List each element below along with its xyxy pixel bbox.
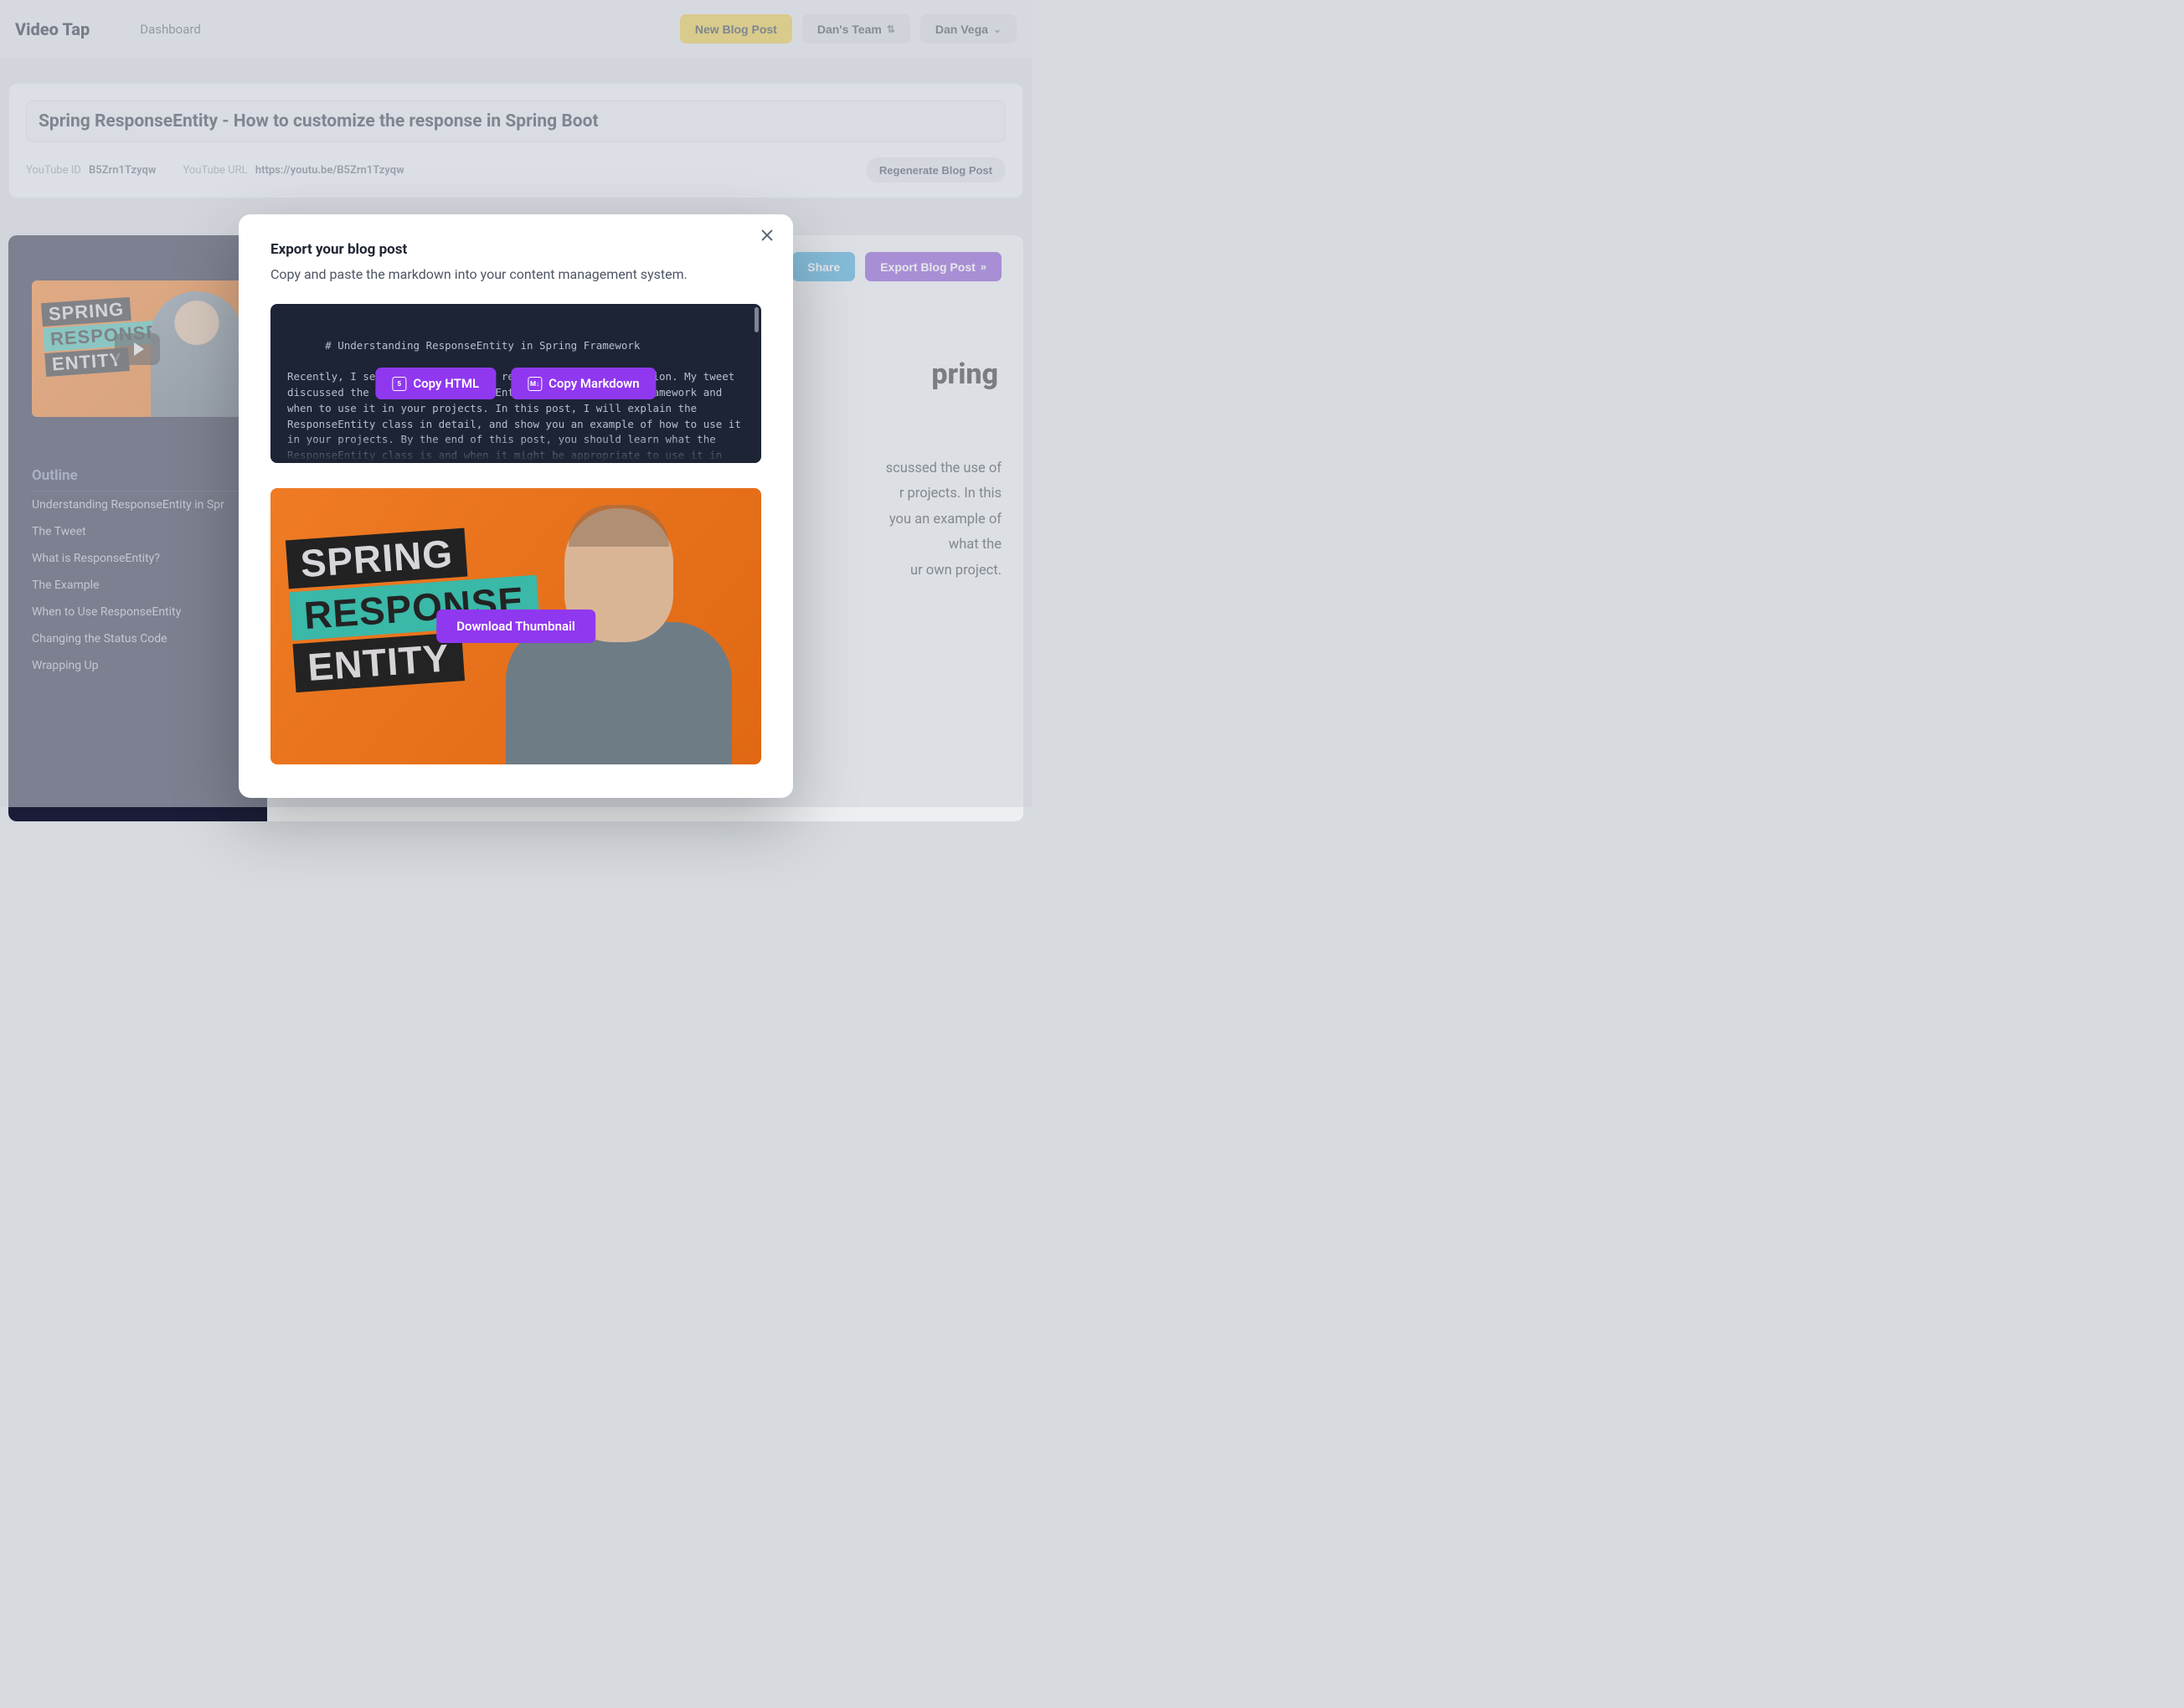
markdown-preview[interactable]: # Understanding ResponseEntity in Spring… xyxy=(270,304,761,463)
close-icon xyxy=(760,228,775,243)
thumbnail-preview: SPRING RESPONSE ENTITY Download Thumbnai… xyxy=(270,488,761,764)
close-button[interactable] xyxy=(760,228,778,246)
copy-markdown-label: Copy Markdown xyxy=(549,376,640,391)
html5-icon: 5 xyxy=(392,377,406,391)
modal-subtitle: Copy and paste the markdown into your co… xyxy=(270,266,761,282)
copy-html-label: Copy HTML xyxy=(413,376,479,391)
modal-overlay[interactable]: Export your blog post Copy and paste the… xyxy=(0,0,1032,807)
modal-title: Export your blog post xyxy=(270,241,761,258)
scrollbar[interactable] xyxy=(755,307,759,332)
markdown-content: # Understanding ResponseEntity in Spring… xyxy=(287,339,747,463)
copy-markdown-button[interactable]: M↓ Copy Markdown xyxy=(511,368,657,399)
markdown-icon: M↓ xyxy=(528,377,542,391)
copy-html-button[interactable]: 5 Copy HTML xyxy=(375,368,496,399)
export-modal: Export your blog post Copy and paste the… xyxy=(239,214,793,798)
download-thumbnail-button[interactable]: Download Thumbnail xyxy=(436,610,595,643)
